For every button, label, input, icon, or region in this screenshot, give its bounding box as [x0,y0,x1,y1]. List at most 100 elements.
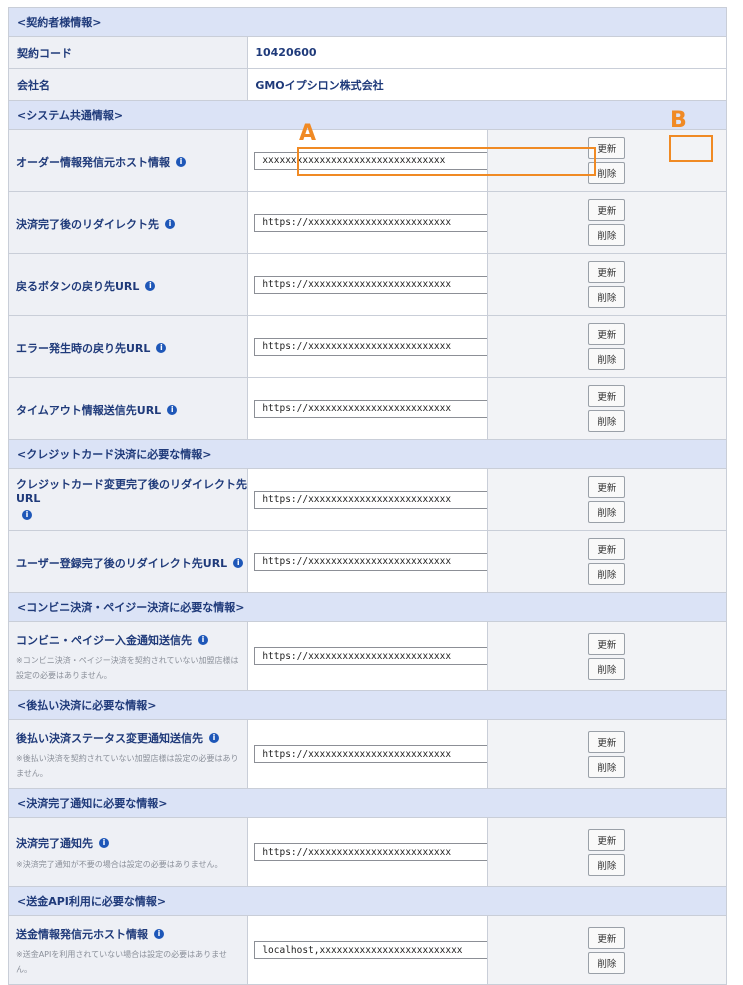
annotation-label-a: A [299,121,317,146]
setting-input-cell [247,253,541,316]
section-title: <決済完了通知に必要な情報> [8,788,727,818]
update-button[interactable]: 更新 [588,476,626,498]
setting-input-cell [247,621,541,691]
setting-actions-cell: 更新 削除 [486,621,728,691]
setting-label: 決済完了通知先 [16,837,93,850]
setting-row: 後払い決済ステータス変更通知送信先 i ※後払い決済を契約されていない加盟店様は設定… [7,719,728,789]
info-icon[interactable]: i [145,280,156,291]
update-button[interactable]: 更新 [588,828,626,851]
delete-button[interactable]: 削除 [588,410,626,432]
setting-label-cell: エラー発生時の戻り先URL i [7,315,249,378]
setting-label-cell: コンビニ・ペイジー入金通知送信先 i ※コンビニ決済・ペイジー決済を契約されていない… [7,621,249,691]
setting-note: ※コンビニ決済・ペイジー決済を契約されていない加盟店様は設定の必要はありません。 [16,656,239,680]
setting-input-cell [247,377,541,440]
setting-row: タイムアウト情報送信先URL i 更新削除 [7,377,728,440]
annotation-label-b: B [670,108,687,133]
section-header: <コンビニ決済・ペイジー決済に必要な情報> [8,592,727,622]
setting-row: 戻るボタンの戻り先URL i 更新削除 [7,253,728,316]
info-icon[interactable]: i [167,404,178,415]
setting-label: タイムアウト情報送信先URL [16,403,162,417]
update-button[interactable]: 更新 [588,926,626,949]
info-icon[interactable]: i [233,557,244,568]
setting-label: 後払い決済ステータス変更通知送信先 [16,731,203,745]
delete-button[interactable]: 削除 [588,286,626,308]
update-button[interactable]: 更新 [588,323,626,345]
section-header: <システム共通情報> [8,100,727,130]
setting-actions-cell: 更新 削除 [486,315,728,378]
setting-input-cell [247,468,541,531]
section-title: <コンビニ決済・ペイジー決済に必要な情報> [8,592,727,622]
setting-label: コンビニ・ペイジー入金通知送信先 [16,633,192,647]
delete-button[interactable]: 削除 [588,755,626,778]
section-title: <システム共通情報> [8,100,727,130]
delete-button[interactable]: 削除 [588,348,626,370]
section-header: <クレジットカード決済に必要な情報> [8,439,727,469]
setting-label-cell: 決済完了後のリダイレクト先 i [7,191,249,254]
info-icon[interactable]: i [198,634,208,645]
setting-actions-cell: 更新 削除 [486,719,728,789]
section-header: <送金API利用に必要な情報> [8,886,727,916]
setting-input-cell [247,191,541,254]
update-button[interactable]: 更新 [588,385,626,407]
setting-row: エラー発生時の戻り先URL i 更新削除 [7,315,728,378]
settings-sections: <システム共通情報>オーダー情報発信元ホスト情報i更新削除決済完了後のリダイレク… [7,100,728,985]
update-button[interactable]: 更新 [588,632,626,655]
section-header: <決済完了通知に必要な情報> [8,788,727,818]
setting-label-cell: 決済完了通知先 i ※決済完了通知が不要の場合は設定の必要はありません。 [7,817,249,887]
info-icon[interactable]: i [176,156,186,167]
setting-actions-cell: 更新 削除 [486,253,728,316]
delete-button[interactable]: 削除 [588,657,626,680]
info-icon[interactable]: i [165,218,175,229]
setting-row: コンビニ・ペイジー入金通知送信先 i ※コンビニ決済・ペイジー決済を契約されていない… [7,621,728,691]
setting-actions-cell: 更新 削除 [486,530,728,593]
setting-actions-cell: 更新 削除 [486,468,728,531]
setting-actions-cell: 更新 削除 [486,191,728,254]
setting-label-cell: クレジットカード変更完了後のリダイレクト先URL i [7,468,249,531]
annotation-highlight-b [669,135,713,162]
update-button[interactable]: 更新 [588,199,626,221]
company-name-value: GMOイプシロン株式会社 [247,68,727,101]
section-title: <クレジットカード決済に必要な情報> [8,439,727,469]
section-title: <後払い決済に必要な情報> [8,690,727,720]
setting-label-cell: 戻るボタンの戻り先URL i [7,253,249,316]
setting-label: クレジットカード変更完了後のリダイレクト先URL [16,477,247,505]
annotation-highlight-a [297,147,596,176]
contract-code-label: 契約コード [7,36,249,69]
setting-row: 決済完了後のリダイレクト先 i 更新削除 [7,191,728,254]
setting-input-cell [247,915,541,985]
setting-note: ※決済完了通知が不要の場合は設定の必要はありません。 [16,859,223,869]
setting-label-cell: 後払い決済ステータス変更通知送信先 i ※後払い決済を契約されていない加盟店様は設定… [7,719,249,789]
setting-row: クレジットカード変更完了後のリダイレクト先URL i 更新削除 [7,468,728,531]
setting-label-cell: タイムアウト情報送信先URL i [7,377,249,440]
update-button[interactable]: 更新 [588,730,626,753]
setting-label: 決済完了後のリダイレクト先 [16,217,159,231]
delete-button[interactable]: 削除 [588,563,626,585]
setting-input-cell [247,530,541,593]
info-icon[interactable]: i [156,342,167,353]
setting-note: ※送金APIを利用されていない場合は設定の必要はありません。 [16,950,227,974]
delete-button[interactable]: 削除 [588,501,626,523]
setting-row: 決済完了通知先 i ※決済完了通知が不要の場合は設定の必要はありません。 更新削除 [7,817,728,887]
company-name-row: 会社名 GMOイプシロン株式会社 [7,68,727,101]
update-button[interactable]: 更新 [588,261,626,283]
delete-button[interactable]: 削除 [588,853,626,876]
delete-button[interactable]: 削除 [588,951,626,974]
delete-button[interactable]: 削除 [588,224,626,246]
setting-label-cell: ユーザー登録完了後のリダイレクト先URL i [7,530,249,593]
setting-note: ※後払い決済を契約されていない加盟店様は設定の必要はありません。 [16,754,239,778]
setting-label: オーダー情報発信元ホスト情報 [16,155,170,169]
section-title: <送金API利用に必要な情報> [8,886,727,916]
setting-input-cell [247,315,541,378]
setting-actions-cell: 更新 削除 [486,817,728,887]
info-icon[interactable]: i [99,838,109,848]
section-title: <契約者様情報> [8,7,727,37]
section-header: <後払い決済に必要な情報> [8,690,727,720]
info-icon[interactable]: i [22,510,32,520]
setting-row: 送金情報発信元ホスト情報 i ※送金APIを利用されていない場合は設定の必要はありま… [7,915,728,985]
setting-label: 送金情報発信元ホスト情報 [16,927,148,941]
update-button[interactable]: 更新 [588,538,626,560]
info-icon[interactable]: i [209,732,219,743]
contract-code-row: 契約コード 10420600 [7,36,727,69]
setting-label-cell: オーダー情報発信元ホスト情報 i [7,129,249,192]
info-icon[interactable]: i [154,928,164,939]
